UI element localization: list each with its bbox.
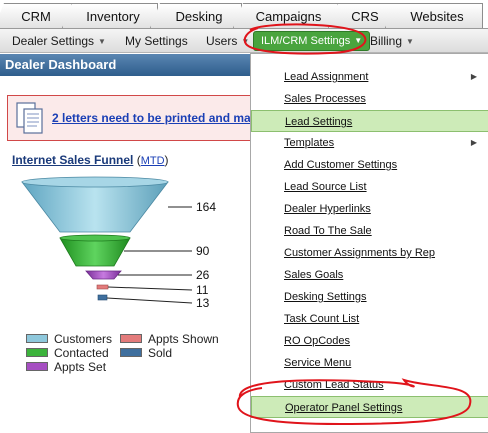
chevron-right-icon: ▶	[470, 72, 477, 81]
menu-item-service-menu[interactable]: Service Menu	[251, 352, 488, 374]
letters-to-print-link[interactable]: 2 letters need to be printed and mai	[52, 111, 254, 125]
tab-desking[interactable]: Desking	[150, 3, 242, 28]
value-appts-set: 26	[196, 268, 210, 282]
tab-campaigns[interactable]: Campaigns	[233, 3, 338, 28]
value-contacted: 90	[196, 244, 210, 258]
menu-item-lead-settings[interactable]: Lead Settings	[251, 110, 488, 132]
value-appts-shown: 11	[196, 283, 209, 297]
menu-item-task-count-list[interactable]: Task Count List	[251, 308, 488, 330]
leader-line	[106, 297, 193, 304]
chevron-down-icon: ▼	[406, 37, 414, 46]
menu-item-templates[interactable]: Templates ▶	[251, 132, 488, 154]
funnel-segment-contacted	[59, 234, 131, 267]
legend-item-appts-shown: Appts Shown	[120, 332, 219, 346]
menu-item-road-to-the-sale[interactable]: Road To The Sale	[251, 220, 488, 242]
funnel-legend: Customers Contacted Appts Set Appts Show…	[26, 332, 246, 377]
billing-menu[interactable]: Billing ▼	[370, 34, 414, 48]
documents-icon	[16, 102, 43, 134]
top-tab-bar: CRM Inventory Desking Campaigns CRS Webs…	[0, 0, 488, 28]
users-menu[interactable]: Users ▼	[206, 34, 249, 48]
alert-banner: 2 letters need to be printed and mai	[7, 95, 267, 141]
chevron-down-icon: ▼	[241, 37, 250, 46]
menu-item-add-customer-settings[interactable]: Add Customer Settings	[251, 154, 488, 176]
swatch-icon	[26, 348, 48, 357]
chevron-down-icon: ▼	[354, 36, 363, 45]
menu-item-operator-panel-settings[interactable]: Operator Panel Settings	[251, 396, 488, 418]
menu-item-ro-opcodes[interactable]: RO OpCodes	[251, 330, 488, 352]
menu-item-lead-assignment[interactable]: Lead Assignment ▶	[251, 66, 488, 88]
funnel-segment-sold	[97, 294, 108, 301]
menu-item-dealer-hyperlinks[interactable]: Dealer Hyperlinks	[251, 198, 488, 220]
funnel-heading: Internet Sales Funnel (MTD)	[12, 153, 169, 167]
app-window: CRM Inventory Desking Campaigns CRS Webs…	[0, 0, 488, 433]
legend-item-appts-set: Appts Set	[26, 360, 106, 374]
legend-item-sold: Sold	[120, 346, 172, 360]
tab-crs[interactable]: CRS	[328, 3, 396, 28]
ilm-crm-settings-dropdown: Lead Assignment ▶ Sales Processes Lead Se…	[250, 53, 488, 433]
leader-line	[107, 286, 193, 291]
menu-item-desking-settings[interactable]: Desking Settings	[251, 286, 488, 308]
menu-item-sales-processes[interactable]: Sales Processes	[251, 88, 488, 110]
sales-funnel-chart: 164 90 26 11 13	[21, 176, 216, 310]
legend-item-contacted: Contacted	[26, 346, 109, 360]
dashboard-title: Dealer Dashboard	[0, 54, 250, 76]
my-settings-link[interactable]: My Settings	[125, 34, 188, 48]
tab-crm[interactable]: CRM	[0, 3, 72, 28]
funnel-segment-customers	[21, 176, 169, 233]
value-sold: 13	[196, 296, 210, 310]
ilm-crm-settings-menu[interactable]: ILM/CRM Settings ▼	[253, 31, 371, 51]
swatch-icon	[26, 362, 48, 371]
menu-item-customer-assignments-by-rep[interactable]: Customer Assignments by Rep	[251, 242, 488, 264]
swatch-icon	[120, 334, 142, 343]
funnel-segment-appts-shown	[96, 284, 109, 290]
tab-websites[interactable]: Websites	[385, 3, 483, 28]
legend-item-customers: Customers	[26, 332, 112, 346]
menu-item-sales-goals[interactable]: Sales Goals	[251, 264, 488, 286]
swatch-icon	[120, 348, 142, 357]
chevron-right-icon: ▶	[470, 138, 477, 147]
funnel-title-link[interactable]: Internet Sales Funnel	[12, 153, 133, 167]
value-customers: 164	[196, 200, 216, 214]
sub-nav-bar: Dealer Settings ▼ My Settings Users ▼ ILM/…	[0, 28, 488, 53]
funnel-segment-appts-set	[85, 270, 122, 280]
chevron-down-icon: ▼	[98, 37, 106, 46]
menu-item-custom-lead-status[interactable]: Custom Lead Status	[251, 374, 488, 396]
swatch-icon	[26, 334, 48, 343]
menu-item-lead-source-list[interactable]: Lead Source List	[251, 176, 488, 198]
dealer-settings-menu[interactable]: Dealer Settings ▼	[12, 34, 106, 48]
tab-inventory[interactable]: Inventory	[62, 3, 158, 28]
funnel-period-link[interactable]: MTD	[141, 155, 165, 167]
